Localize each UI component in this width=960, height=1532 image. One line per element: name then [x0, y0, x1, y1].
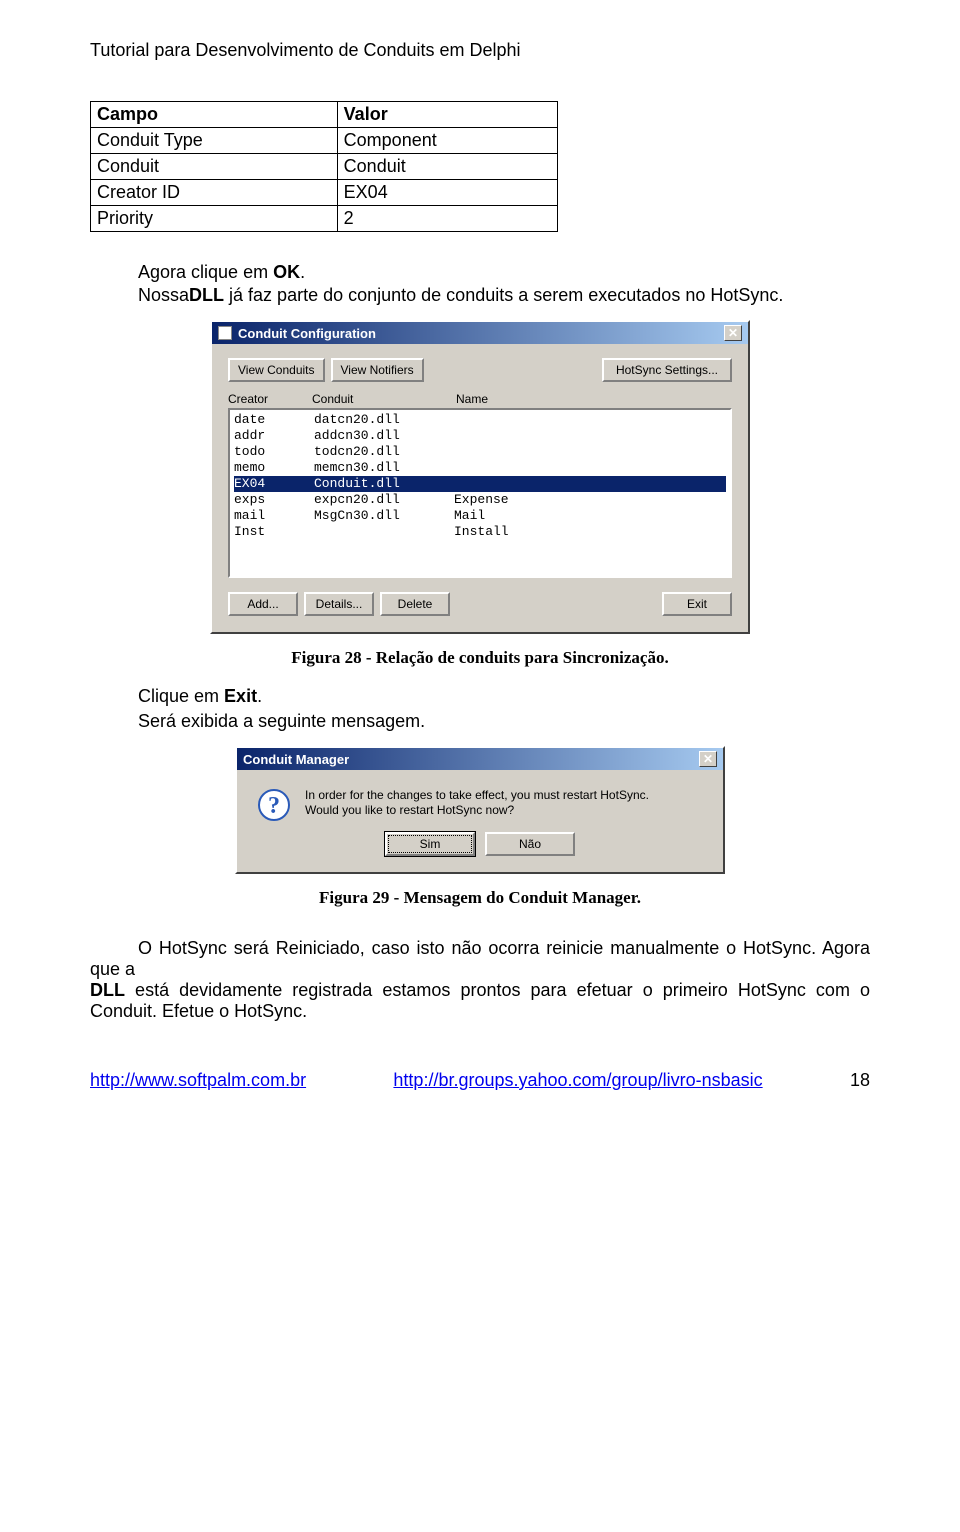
- table-head-value: Valor: [337, 102, 557, 128]
- text: Nossa: [90, 285, 189, 306]
- no-button[interactable]: Não: [485, 832, 575, 856]
- figure-28-caption: Figura 28 - Relação de conduits para Sin…: [90, 648, 870, 668]
- table-head-field: Campo: [91, 102, 338, 128]
- yes-button[interactable]: Sim: [385, 832, 475, 856]
- cell-value: 2: [337, 206, 557, 232]
- question-icon: ?: [257, 788, 291, 822]
- col-name: Name: [456, 392, 488, 406]
- cell-field: Creator ID: [91, 180, 338, 206]
- bold-dll: DLL: [189, 285, 224, 305]
- page-footer: http://www.softpalm.com.br http://br.gro…: [90, 1070, 870, 1091]
- text: .: [300, 262, 305, 282]
- paragraph-dll-hotsync: Nossa DLL já faz parte do conjunto de co…: [90, 285, 870, 306]
- list-item: expsexpcn20.dllExpense: [234, 492, 726, 508]
- msgbox-line2: Would you like to restart HotSync now?: [305, 803, 649, 818]
- close-icon[interactable]: ✕: [699, 751, 717, 767]
- list-item: datedatcn20.dll: [234, 412, 726, 428]
- conduit-manager-dialog: Conduit Manager ✕ ? In order for the cha…: [235, 746, 725, 874]
- list-item: InstInstall: [234, 524, 726, 540]
- app-icon: [218, 326, 232, 340]
- page-number: 18: [850, 1070, 870, 1091]
- col-conduit: Conduit: [312, 392, 456, 406]
- paragraph-final: O HotSync será Reiniciado, caso isto não…: [90, 938, 870, 1022]
- cell-value: EX04: [337, 180, 557, 206]
- table-row: Creator ID EX04: [91, 180, 558, 206]
- table-row: Conduit Conduit: [91, 154, 558, 180]
- figure-29-caption: Figura 29 - Mensagem do Conduit Manager.: [90, 888, 870, 908]
- view-notifiers-button[interactable]: View Notifiers: [331, 358, 424, 382]
- dialog-titlebar: Conduit Manager ✕: [237, 748, 723, 770]
- paragraph-click-ok: Agora clique em OK.: [90, 262, 870, 283]
- exit-button[interactable]: Exit: [662, 592, 732, 616]
- close-icon[interactable]: ✕: [724, 325, 742, 341]
- bold-exit: Exit: [224, 686, 257, 706]
- bold-dll-2: DLL: [90, 980, 125, 1000]
- msgbox-line1: In order for the changes to take effect,…: [305, 788, 649, 803]
- svg-text:?: ?: [268, 793, 280, 819]
- hotsync-settings-button[interactable]: HotSync Settings...: [602, 358, 732, 382]
- conduit-configuration-dialog: Conduit Configuration ✕ View Conduits Vi…: [210, 320, 750, 634]
- footer-link-softpalm[interactable]: http://www.softpalm.com.br: [90, 1070, 306, 1091]
- msgbox-text: In order for the changes to take effect,…: [305, 788, 649, 822]
- bold-ok: OK: [273, 262, 300, 282]
- cell-value: Conduit: [337, 154, 557, 180]
- delete-button[interactable]: Delete: [380, 592, 450, 616]
- paragraph-click-exit: Clique em Exit.: [90, 686, 870, 707]
- paragraph-mensagem: Será exibida a seguinte mensagem.: [90, 711, 870, 732]
- dialog-titlebar: Conduit Configuration ✕: [212, 322, 748, 344]
- view-conduits-button[interactable]: View Conduits: [228, 358, 325, 382]
- add-button[interactable]: Add...: [228, 592, 298, 616]
- list-item: addraddcn30.dll: [234, 428, 726, 444]
- text: já faz parte do conjunto de conduits a s…: [224, 285, 783, 305]
- text: .: [257, 686, 262, 706]
- cell-field: Conduit: [91, 154, 338, 180]
- doc-header: Tutorial para Desenvolvimento de Conduit…: [90, 40, 870, 61]
- cell-value: Component: [337, 128, 557, 154]
- conduits-listbox[interactable]: datedatcn20.dll addraddcn30.dll todotodc…: [228, 408, 732, 578]
- text: O HotSync será Reiniciado, caso isto não…: [90, 938, 870, 980]
- text: Agora clique em: [138, 262, 273, 282]
- text: está devidamente registrada estamos pron…: [90, 980, 870, 1021]
- col-creator: Creator: [228, 392, 312, 406]
- details-button[interactable]: Details...: [304, 592, 374, 616]
- list-item-selected: EX04Conduit.dll: [234, 476, 726, 492]
- dialog-title: Conduit Configuration: [238, 326, 376, 341]
- cell-field: Conduit Type: [91, 128, 338, 154]
- table-row: Conduit Type Component: [91, 128, 558, 154]
- table-row: Priority 2: [91, 206, 558, 232]
- cell-field: Priority: [91, 206, 338, 232]
- list-item: todotodcn20.dll: [234, 444, 726, 460]
- list-item: mailMsgCn30.dllMail: [234, 508, 726, 524]
- text: Clique em: [138, 686, 224, 706]
- footer-link-yahoo[interactable]: http://br.groups.yahoo.com/group/livro-n…: [393, 1070, 762, 1091]
- field-value-table: Campo Valor Conduit Type Component Condu…: [90, 101, 558, 232]
- list-item: memomemcn30.dll: [234, 460, 726, 476]
- dialog-title: Conduit Manager: [243, 752, 349, 767]
